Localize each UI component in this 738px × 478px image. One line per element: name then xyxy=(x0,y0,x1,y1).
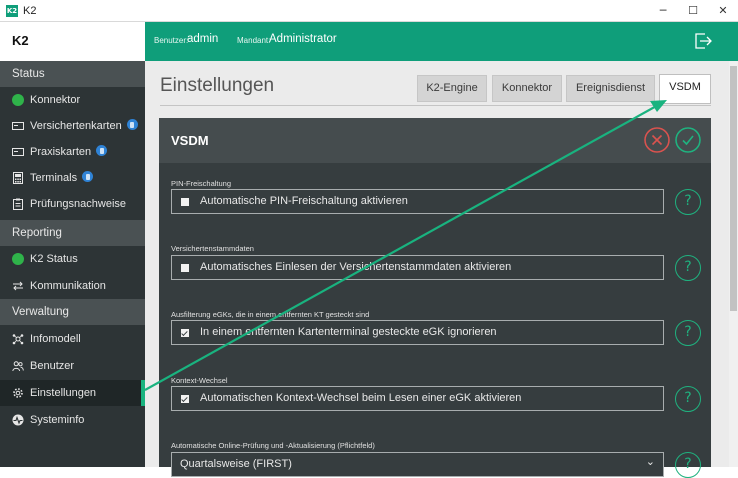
help-icon[interactable]: ? xyxy=(675,452,701,478)
window-title-bar: K2 K2 ─ ☐ ✕ xyxy=(0,0,738,22)
online-pruefung-select[interactable]: Quartalsweise (FIRST) ⌄ xyxy=(171,452,664,477)
field-label-pin-freischaltung: PIN-Freischaltung xyxy=(171,179,232,188)
help-icon[interactable]: ? xyxy=(675,255,701,281)
sidebar-item-einstellungen[interactable]: Einstellungen xyxy=(0,380,145,406)
tab-ereignisdienst[interactable]: Ereignisdienst xyxy=(566,75,655,102)
panel-header: VSDM xyxy=(159,118,711,163)
section-status: Status xyxy=(0,61,145,87)
sidebar-item-label: Kommunikation xyxy=(30,280,106,292)
sidebar-item-label: K2 Status xyxy=(30,253,78,265)
sidebar-item-label: Systeminfo xyxy=(30,414,85,426)
sidebar-item-label: Einstellungen xyxy=(30,387,97,399)
checkbox-pin-freischaltung[interactable]: Automatische PIN-Freischaltung aktiviere… xyxy=(171,189,664,214)
info-badge-icon xyxy=(82,171,94,182)
window-title: K2 xyxy=(23,5,37,17)
section-reporting: Reporting xyxy=(0,220,145,246)
app-icon: K2 xyxy=(6,5,18,17)
cancel-icon[interactable] xyxy=(644,127,670,153)
brand-area: K2 xyxy=(0,22,145,61)
brand-logo-text: K2 xyxy=(12,33,29,48)
exchange-icon xyxy=(13,281,23,291)
chevron-down-icon: ⌄ xyxy=(645,455,655,468)
checkbox-box-checked[interactable] xyxy=(181,395,189,403)
page-title: Einstellungen xyxy=(160,75,275,96)
scrollbar-thumb[interactable] xyxy=(730,66,737,311)
sidebar-item-kommunikation[interactable]: Kommunikation xyxy=(0,273,145,299)
tab-vsdm[interactable]: VSDM xyxy=(659,74,711,104)
user-label: Benutzer: xyxy=(154,36,189,45)
field-label-ausfilterung-egks: Ausfilterung eGKs, die in einem entfernt… xyxy=(171,310,370,319)
tab-k2-engine[interactable]: K2-Engine xyxy=(417,75,487,102)
gear-icon xyxy=(13,388,23,398)
panel-title: VSDM xyxy=(171,133,209,148)
status-dot-icon xyxy=(12,253,24,265)
card-icon xyxy=(12,122,24,130)
help-icon[interactable]: ? xyxy=(675,320,701,346)
checkbox-text: Automatische PIN-Freischaltung aktiviere… xyxy=(200,195,408,207)
sidebar-item-versichertenkarten[interactable]: Versichertenkarten xyxy=(0,113,145,139)
tab-konnektor[interactable]: Konnektor xyxy=(492,75,562,102)
sidebar-item-label: Praxiskarten xyxy=(30,146,92,158)
sidebar-item-konnektor[interactable]: Konnektor xyxy=(0,87,145,113)
maximize-button[interactable]: ☐ xyxy=(678,0,708,22)
pulse-icon xyxy=(12,414,24,426)
sidebar-item-pruefungsnachweise[interactable]: Prüfungsnachweise xyxy=(0,191,145,217)
vertical-scrollbar[interactable] xyxy=(729,61,738,467)
main-content: Einstellungen K2-Engine Konnektor Ereign… xyxy=(145,61,729,478)
select-value: Quartalsweise (FIRST) xyxy=(180,458,292,470)
network-icon xyxy=(12,334,24,345)
sidebar-item-label: Versichertenkarten xyxy=(30,120,122,132)
checkbox-box-checked[interactable] xyxy=(181,329,189,337)
vsdm-settings-panel: VSDM PIN-Freischaltung Automatische PIN-… xyxy=(159,118,711,478)
checkbox-text: In einem entfernten Kartenterminal geste… xyxy=(200,326,497,338)
user-value: admin xyxy=(187,33,219,45)
status-dot-icon xyxy=(12,94,24,106)
field-label-versichertenstammdaten: Versichertenstammdaten xyxy=(171,244,254,253)
sidebar-item-label: Benutzer xyxy=(30,360,75,372)
sidebar-item-terminals[interactable]: Terminals xyxy=(0,165,145,191)
sidebar-item-systeminfo[interactable]: Systeminfo xyxy=(0,407,145,433)
minimize-button[interactable]: ─ xyxy=(648,0,678,22)
users-icon xyxy=(12,361,24,372)
info-badge-icon xyxy=(126,119,138,130)
checkbox-text: Automatischen Kontext-Wechsel beim Lesen… xyxy=(200,392,522,404)
tenant-label: Mandant: xyxy=(237,36,271,45)
sidebar-item-infomodell[interactable]: Infomodell xyxy=(0,326,145,352)
sidebar-item-benutzer[interactable]: Benutzer xyxy=(0,353,145,379)
checkbox-box[interactable] xyxy=(181,198,189,206)
logout-icon[interactable] xyxy=(693,31,713,51)
sidebar-item-label: Infomodell xyxy=(30,333,81,345)
section-verwaltung: Verwaltung xyxy=(0,299,145,325)
sidebar-item-praxiskarten[interactable]: Praxiskarten xyxy=(0,139,145,165)
clipboard-icon xyxy=(13,198,23,210)
help-icon[interactable]: ? xyxy=(675,189,701,215)
top-header: Benutzer: admin Mandant: Administrator xyxy=(145,22,738,61)
help-icon[interactable]: ? xyxy=(675,386,701,412)
sidebar-item-label: Konnektor xyxy=(30,94,81,106)
checkbox-kontext-wechsel[interactable]: Automatischen Kontext-Wechsel beim Lesen… xyxy=(171,386,664,411)
terminal-icon xyxy=(13,172,23,184)
checkbox-text: Automatisches Einlesen der Versichertens… xyxy=(200,261,512,273)
close-window-button[interactable]: ✕ xyxy=(708,0,738,22)
field-label-online-pruefung: Automatische Online-Prüfung und -Aktuali… xyxy=(171,441,375,450)
checkbox-versichertenstammdaten[interactable]: Automatisches Einlesen der Versichertens… xyxy=(171,255,664,280)
title-divider xyxy=(160,105,711,106)
checkbox-box[interactable] xyxy=(181,264,189,272)
info-badge-icon xyxy=(96,145,108,156)
card-icon xyxy=(12,148,24,156)
tenant-value: Administrator xyxy=(269,33,337,45)
sidebar: K2 Status Konnektor Versichertenkarten P… xyxy=(0,22,145,467)
confirm-icon[interactable] xyxy=(675,127,701,153)
sidebar-item-label: Terminals xyxy=(30,172,78,184)
sidebar-item-label: Prüfungsnachweise xyxy=(30,198,127,210)
checkbox-egk-ignorieren[interactable]: In einem entfernten Kartenterminal geste… xyxy=(171,320,664,345)
field-label-kontext-wechsel: Kontext-Wechsel xyxy=(171,376,228,385)
sidebar-item-k2-status[interactable]: K2 Status xyxy=(0,246,145,272)
